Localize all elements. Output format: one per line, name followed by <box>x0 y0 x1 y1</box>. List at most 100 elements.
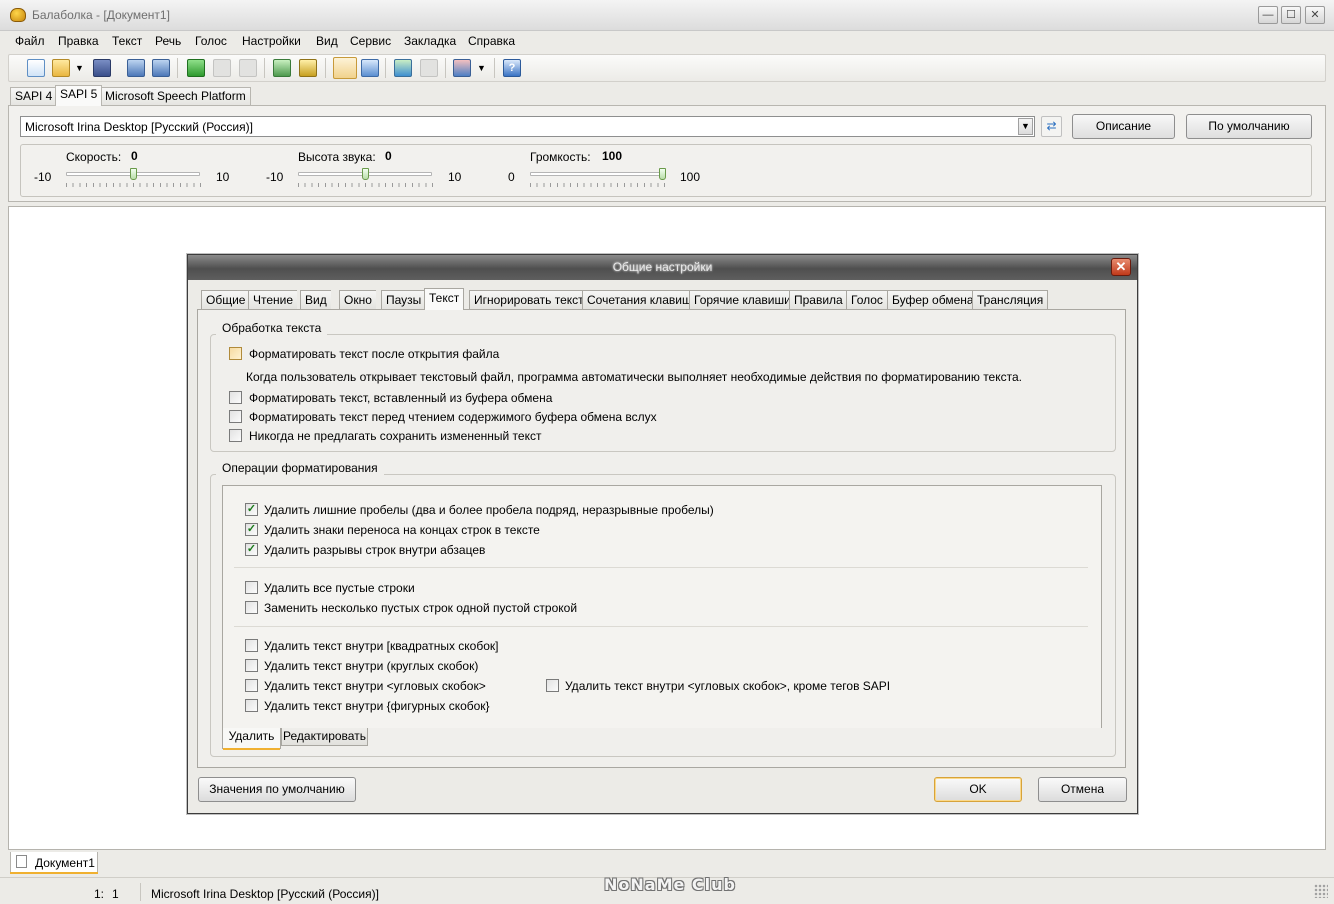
batch-convert-icon[interactable] <box>152 59 170 77</box>
remove-empty-lines-label[interactable]: Удалить все пустые строки <box>264 581 415 595</box>
settings-icon[interactable] <box>333 57 357 79</box>
remove-extra-spaces-checkbox[interactable]: ✓ <box>245 503 258 516</box>
tab-pauses[interactable]: Паузы <box>381 290 426 309</box>
replace-empty-lines-checkbox[interactable] <box>245 601 258 614</box>
tab-general[interactable]: Общие <box>201 290 250 309</box>
pause-icon[interactable] <box>213 59 231 77</box>
format-before-reading-checkbox[interactable] <box>229 410 242 423</box>
remove-angle-except-sapi-label[interactable]: Удалить текст внутри <угловых скобок>, к… <box>565 679 890 693</box>
cancel-button[interactable]: Отмена <box>1038 777 1127 802</box>
subtab-remove[interactable]: Удалить <box>222 728 281 749</box>
never-offer-save-checkbox[interactable] <box>229 429 242 442</box>
dialog-title-bar[interactable]: Общие настройки ✕ <box>188 255 1137 280</box>
remove-square-brackets-checkbox[interactable] <box>245 639 258 652</box>
app-logo-icon <box>10 8 26 22</box>
volume-slider-thumb[interactable] <box>659 168 666 180</box>
menu-voice[interactable]: Голос <box>195 34 227 48</box>
pitch-slider-thumb[interactable] <box>362 168 369 180</box>
voice-sliders-group <box>20 144 1312 197</box>
describe-button[interactable]: Описание <box>1072 114 1175 139</box>
format-pasted-checkbox[interactable] <box>229 391 242 404</box>
rate-slider-thumb[interactable] <box>130 168 137 180</box>
resize-grip-icon[interactable] <box>1314 884 1328 898</box>
toolbar-separator <box>494 58 495 78</box>
format-after-open-checkbox[interactable] <box>229 347 242 360</box>
remove-angle-brackets-label[interactable]: Удалить текст внутри <угловых скобок> <box>264 679 486 693</box>
voice-select[interactable]: Microsoft Irina Desktop [Русский (Россия… <box>20 116 1035 137</box>
dropdown-arrow-icon[interactable]: ▼ <box>477 63 486 73</box>
rate-value: 0 <box>131 149 138 163</box>
tab-ignore-text[interactable]: Игнорировать текст <box>469 290 588 309</box>
remove-curly-brackets-label[interactable]: Удалить текст внутри {фигурных скобок} <box>264 699 490 713</box>
tab-text[interactable]: Текст <box>424 288 465 310</box>
title-bar[interactable]: Балаболка - [Документ1] — ☐ ✕ <box>0 0 1334 31</box>
close-window-button[interactable]: ✕ <box>1305 6 1325 24</box>
help-icon[interactable]: ? <box>503 59 521 77</box>
remove-curly-brackets-checkbox[interactable] <box>245 699 258 712</box>
tab-reading[interactable]: Чтение <box>248 290 298 309</box>
convert-icon[interactable] <box>127 59 145 77</box>
format-before-reading-label[interactable]: Форматировать текст перед чтением содерж… <box>249 410 657 424</box>
menu-help[interactable]: Справка <box>468 34 515 48</box>
tab-hotkeys[interactable]: Горячие клавиши <box>689 290 795 309</box>
remove-square-brackets-label[interactable]: Удалить текст внутри [квадратных скобок] <box>264 639 498 653</box>
remove-line-breaks-label[interactable]: Удалить разрывы строк внутри абзацев <box>264 543 485 557</box>
remove-angle-brackets-checkbox[interactable] <box>245 679 258 692</box>
format-after-open-label[interactable]: Форматировать текст после открытия файла <box>249 347 499 361</box>
settings-dialog: Общие настройки ✕ Общие Чтение Вид Окно … <box>187 254 1138 814</box>
tab-view[interactable]: Вид <box>300 290 331 309</box>
tab-document[interactable]: Документ1 <box>10 852 98 873</box>
remove-round-brackets-checkbox[interactable] <box>245 659 258 672</box>
subtab-edit[interactable]: Редактировать <box>281 728 368 746</box>
menu-edit[interactable]: Правка <box>58 34 99 48</box>
maximize-button[interactable]: ☐ <box>1281 6 1301 24</box>
remove-hyphens-checkbox[interactable]: ✓ <box>245 523 258 536</box>
remove-angle-except-sapi-checkbox[interactable] <box>546 679 559 692</box>
remove-hyphens-label[interactable]: Удалить знаки переноса на концах строк в… <box>264 523 540 537</box>
remove-extra-spaces-label[interactable]: Удалить лишние пробелы (два и более проб… <box>264 503 714 517</box>
menu-file[interactable]: Файл <box>15 34 45 48</box>
dialog-close-button[interactable]: ✕ <box>1111 258 1131 276</box>
tab-broadcast[interactable]: Трансляция <box>972 290 1049 309</box>
voice-select-icon[interactable] <box>453 59 471 77</box>
remove-empty-lines-checkbox[interactable] <box>245 581 258 594</box>
tab-sapi5[interactable]: SAPI 5 <box>55 85 103 106</box>
tab-voice[interactable]: Голос <box>846 290 887 309</box>
tab-rules[interactable]: Правила <box>789 290 847 309</box>
export-clipboard-icon[interactable] <box>299 59 317 77</box>
restore-defaults-button[interactable]: Значения по умолчанию <box>198 777 356 802</box>
stop-icon[interactable] <box>239 59 257 77</box>
menu-text[interactable]: Текст <box>112 34 142 48</box>
new-document-icon[interactable] <box>27 59 45 77</box>
volume-slider-track[interactable] <box>530 172 664 176</box>
menu-view[interactable]: Вид <box>316 34 338 48</box>
tab-clipboard[interactable]: Буфер обмена <box>887 290 978 309</box>
tab-sapi4[interactable]: SAPI 4 <box>10 87 58 105</box>
menu-service[interactable]: Сервис <box>350 34 391 48</box>
remove-round-brackets-label[interactable]: Удалить текст внутри (круглых скобок) <box>264 659 478 673</box>
tab-key-combinations[interactable]: Сочетания клавиш <box>582 290 696 309</box>
play-icon[interactable] <box>187 59 205 77</box>
split-icon[interactable] <box>394 59 412 77</box>
minimize-button[interactable]: — <box>1258 6 1278 24</box>
save-icon[interactable] <box>93 59 111 77</box>
read-clipboard-icon[interactable] <box>273 59 291 77</box>
dropdown-arrow-icon[interactable]: ▼ <box>75 63 84 73</box>
open-folder-icon[interactable] <box>52 59 70 77</box>
remove-line-breaks-checkbox[interactable]: ✓ <box>245 543 258 556</box>
chevron-down-icon[interactable]: ▼ <box>1018 118 1033 135</box>
menu-speech[interactable]: Речь <box>155 34 181 48</box>
spell-check-icon[interactable] <box>361 59 379 77</box>
default-voice-button[interactable]: По умолчанию <box>1186 114 1312 139</box>
format-pasted-label[interactable]: Форматировать текст, вставленный из буфе… <box>249 391 552 405</box>
menu-bookmark[interactable]: Закладка <box>404 34 456 48</box>
tab-microsoft-speech-platform[interactable]: Microsoft Speech Platform <box>100 87 251 105</box>
tab-window[interactable]: Окно <box>339 290 376 309</box>
ok-button[interactable]: OK <box>934 777 1022 802</box>
menu-bar: Файл Правка Текст Речь Голос Настройки В… <box>0 31 1334 51</box>
replace-empty-lines-label[interactable]: Заменить несколько пустых строк одной пу… <box>264 601 577 615</box>
never-offer-save-label[interactable]: Никогда не предлагать сохранить измененн… <box>249 429 541 443</box>
refresh-icon[interactable]: ⇄ <box>1041 116 1062 137</box>
menu-settings[interactable]: Настройки <box>242 34 301 48</box>
join-icon[interactable] <box>420 59 438 77</box>
